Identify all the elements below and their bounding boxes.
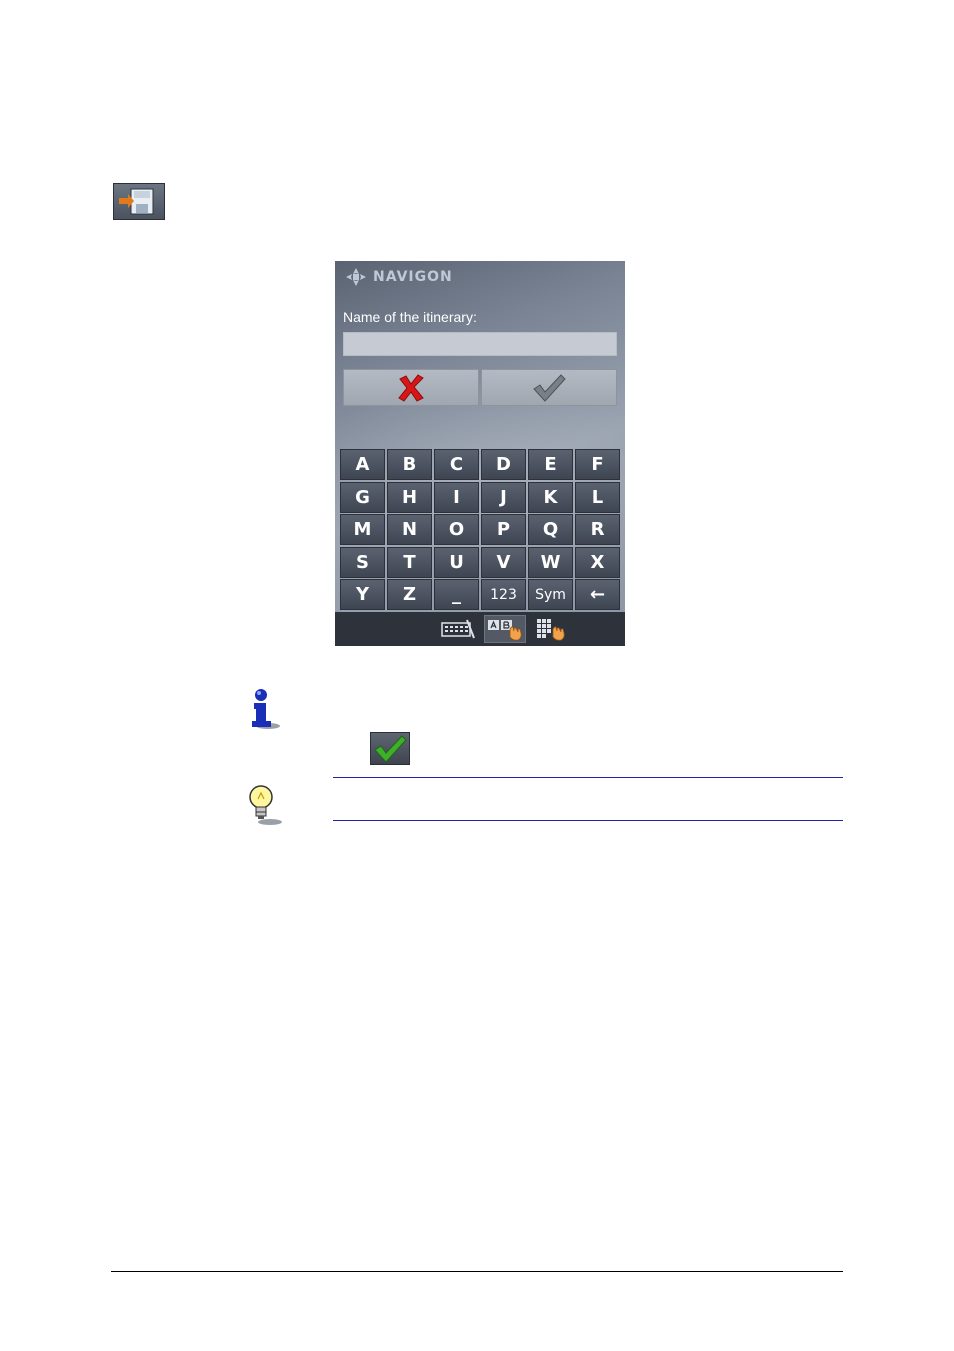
key-b[interactable]: B <box>387 449 432 480</box>
key-a[interactable]: A <box>340 449 385 480</box>
save-itinerary-icon <box>113 183 165 220</box>
navigon-logo-icon <box>346 268 366 286</box>
device-screen: NAVIGON Name of the itinerary: A B C D E… <box>335 261 625 646</box>
lightbulb-icon <box>244 782 284 826</box>
itinerary-name-input[interactable] <box>343 332 617 356</box>
cancel-button[interactable] <box>343 369 479 406</box>
itinerary-name-label: Name of the itinerary: <box>343 309 477 325</box>
note-top-rule <box>333 777 843 778</box>
key-m[interactable]: M <box>340 514 385 545</box>
abc-keyboard-button[interactable] <box>484 615 526 643</box>
note-bottom-rule <box>333 820 843 821</box>
key-r[interactable]: R <box>575 514 620 545</box>
key-g[interactable]: G <box>340 481 385 513</box>
key-c[interactable]: C <box>434 449 479 480</box>
key-o[interactable]: O <box>434 514 479 545</box>
key-x[interactable]: X <box>575 546 620 578</box>
key-h[interactable]: H <box>387 481 432 513</box>
key-k[interactable]: K <box>528 481 573 513</box>
checkmark-icon <box>533 373 566 402</box>
ok-checkmark-icon <box>370 732 410 765</box>
key-d[interactable]: D <box>481 449 526 480</box>
key-s[interactable]: S <box>340 546 385 578</box>
key-y[interactable]: Y <box>340 579 385 610</box>
keyboard-layout-button[interactable] <box>437 615 479 643</box>
confirm-button[interactable] <box>481 369 617 406</box>
key-z[interactable]: Z <box>387 579 432 610</box>
key-v[interactable]: V <box>481 546 526 578</box>
key-u[interactable]: U <box>434 546 479 578</box>
key-f[interactable]: F <box>575 449 620 480</box>
key-e[interactable]: E <box>528 449 573 480</box>
brand-name: NAVIGON <box>373 269 453 285</box>
key-j[interactable]: J <box>481 481 526 513</box>
key-space[interactable]: _ <box>434 579 479 610</box>
key-w[interactable]: W <box>528 546 573 578</box>
footer-rule <box>111 1271 843 1272</box>
key-numeric[interactable]: 123 <box>481 579 526 610</box>
key-n[interactable]: N <box>387 514 432 545</box>
key-q[interactable]: Q <box>528 514 573 545</box>
cross-icon <box>398 373 424 402</box>
key-t[interactable]: T <box>387 546 432 578</box>
key-backspace[interactable]: ← <box>575 579 620 610</box>
info-icon <box>244 688 282 732</box>
key-symbols[interactable]: Sym <box>528 579 573 610</box>
onscreen-keyboard: A B C D E F G H I J K L M N O P Q R S T … <box>340 449 622 610</box>
key-p[interactable]: P <box>481 514 526 545</box>
key-l[interactable]: L <box>575 481 620 513</box>
key-i[interactable]: I <box>434 481 479 513</box>
keyboard-layout-icon <box>441 619 475 639</box>
numeric-keypad-icon <box>537 619 565 641</box>
abc-keyboard-icon <box>488 620 522 641</box>
keyboard-mode-bar <box>335 612 625 646</box>
numeric-keypad-button[interactable] <box>531 615 573 643</box>
brand-header: NAVIGON <box>345 267 453 287</box>
